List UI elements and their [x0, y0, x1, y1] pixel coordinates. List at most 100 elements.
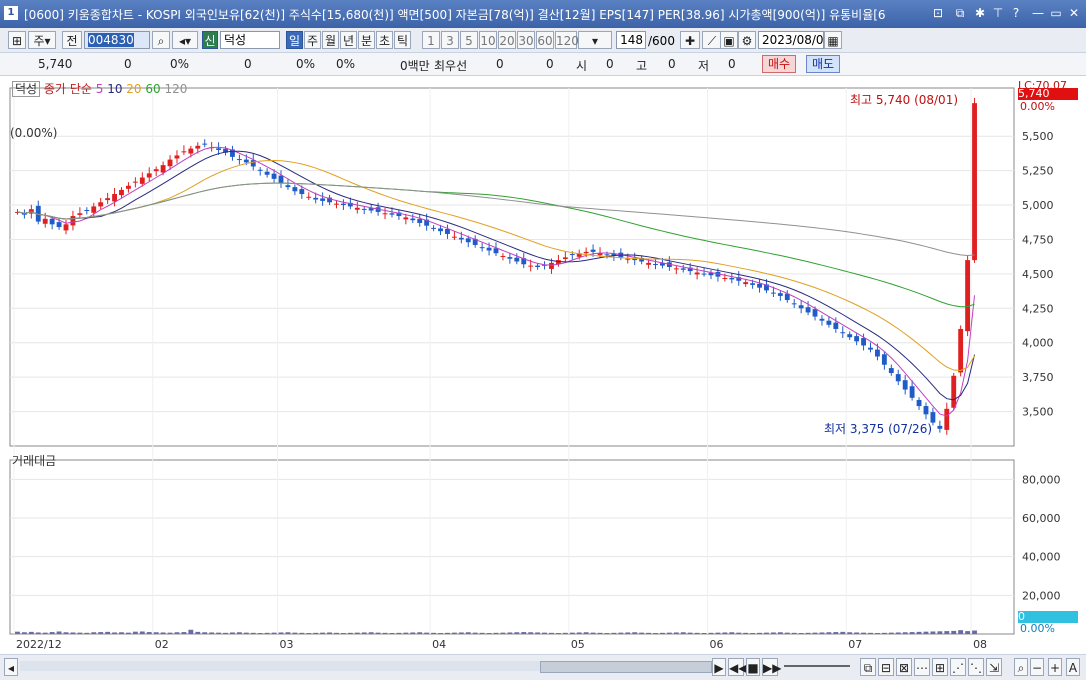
- volume-bar: [639, 632, 645, 634]
- volume-bar: [770, 632, 776, 634]
- count-input[interactable]: 148: [616, 31, 646, 49]
- volume-bar: [833, 632, 839, 634]
- scroll-thumb[interactable]: [540, 661, 712, 673]
- volume-percent: 0%: [296, 57, 316, 71]
- stock-code-input[interactable]: 004830: [84, 31, 150, 49]
- volume-bar: [881, 632, 887, 634]
- indicator-icon[interactable]: ✚: [680, 31, 700, 49]
- minute-step-30[interactable]: 30: [517, 31, 535, 49]
- chart-canvas[interactable]: 5,500 5,250 5,000 4,750 4,500 4,250 4,000 3,750…: [0, 76, 1086, 654]
- zoom-out-icon[interactable]: −: [1030, 658, 1044, 676]
- candle-body: [562, 257, 568, 260]
- candle-body: [465, 238, 471, 243]
- minute-step-3[interactable]: 3: [441, 31, 459, 49]
- minute-step-1[interactable]: 1: [422, 31, 440, 49]
- save-icon[interactable]: ▣: [720, 31, 738, 49]
- timeframe-1[interactable]: 주: [304, 31, 321, 49]
- candle-body: [202, 143, 208, 145]
- fast-forward-icon[interactable]: ▶▶: [762, 658, 781, 676]
- rewind-icon[interactable]: ◀◀: [728, 658, 747, 676]
- minute-step-5[interactable]: 5: [460, 31, 478, 49]
- stock-name-field[interactable]: 덕성: [220, 31, 280, 49]
- volume-bar: [202, 632, 208, 634]
- minute-step-20[interactable]: 20: [498, 31, 516, 49]
- buy-button[interactable]: 매수: [762, 55, 796, 73]
- timeframe-0[interactable]: 일: [286, 31, 303, 49]
- volume-bar: [458, 632, 464, 634]
- high-annotation: 최고 5,740 (08/01): [850, 93, 959, 107]
- volume-bar: [334, 632, 339, 634]
- best-offer-2: 0: [546, 57, 554, 71]
- timeframe-5[interactable]: 초: [376, 31, 393, 49]
- candle-body: [257, 169, 263, 171]
- tool-icon-6[interactable]: ⋰: [950, 658, 966, 676]
- minute-step-120[interactable]: 120: [555, 31, 579, 49]
- price-tick-label: 5,500: [1022, 130, 1054, 143]
- volume-bar: [181, 632, 187, 634]
- tool-icon-3[interactable]: ⊠: [896, 658, 912, 676]
- timeframe-4[interactable]: 분: [358, 31, 375, 49]
- price-tick-label: 4,500: [1022, 268, 1054, 281]
- search-icon[interactable]: ⌕: [152, 31, 170, 49]
- volume-bar: [757, 632, 762, 634]
- pin-icon[interactable]: ✱: [972, 5, 988, 21]
- tool-icon-4[interactable]: ⋯: [914, 658, 930, 676]
- scroll-track[interactable]: [20, 661, 540, 671]
- chart-settings-icon[interactable]: ⊞: [8, 31, 26, 49]
- volume-bar: [840, 631, 846, 634]
- candle-body: [417, 219, 423, 223]
- volume-bar: [597, 632, 603, 634]
- minute-step-10[interactable]: 10: [479, 31, 497, 49]
- prev-button[interactable]: 전: [62, 31, 82, 49]
- search-chart-icon[interactable]: ⌕: [1014, 658, 1028, 676]
- link-icon[interactable]: ⊤: [990, 5, 1006, 21]
- sound-icon[interactable]: ◂▾: [172, 31, 198, 49]
- help-icon[interactable]: ?: [1008, 5, 1024, 21]
- date-input[interactable]: 2023/08/02: [758, 31, 831, 49]
- tool-icon-5[interactable]: ⊞: [932, 658, 948, 676]
- maximize-icon[interactable]: ▭: [1048, 5, 1064, 21]
- candle-body: [132, 181, 138, 183]
- volume-bar: [174, 632, 180, 634]
- tool-icon-8[interactable]: ⇲: [986, 658, 1002, 676]
- volume-bar: [410, 632, 416, 634]
- candle-body: [77, 213, 83, 215]
- step-select[interactable]: ▾: [578, 31, 612, 49]
- stop-icon[interactable]: ■: [746, 658, 760, 676]
- volume-bar: [209, 632, 215, 634]
- timeframe-3[interactable]: 년: [340, 31, 357, 49]
- zoom-slider[interactable]: [784, 665, 850, 667]
- zoom-in-icon[interactable]: +: [1048, 658, 1062, 676]
- calendar-icon[interactable]: ▦: [824, 31, 842, 49]
- volume-bar: [35, 632, 41, 634]
- tool-icon-7[interactable]: ⋱: [968, 658, 984, 676]
- candle-body: [160, 165, 166, 173]
- timeframe-6[interactable]: 틱: [394, 31, 411, 49]
- sell-button[interactable]: 매도: [806, 55, 840, 73]
- tool-icon-1[interactable]: ⧉: [860, 658, 876, 676]
- scroll-left-icon[interactable]: ◂: [4, 658, 18, 676]
- drawing-icon[interactable]: ⟋: [702, 31, 722, 49]
- volume-bar: [784, 632, 790, 634]
- timeframe-2[interactable]: 월: [322, 31, 339, 49]
- close-icon[interactable]: ✕: [1066, 5, 1082, 21]
- candle-body: [493, 248, 499, 254]
- candle-body: [701, 273, 707, 275]
- candle-body: [271, 173, 277, 179]
- volume-bar: [812, 632, 818, 634]
- period-type-select[interactable]: 주▾: [28, 31, 56, 49]
- candle-body: [604, 254, 610, 256]
- volume-bar: [958, 630, 964, 634]
- text-tool-icon[interactable]: A: [1066, 658, 1080, 676]
- tool-icon-2[interactable]: ⊟: [878, 658, 894, 676]
- ma-periods: 5 10 20 60 120: [96, 82, 188, 96]
- copy-window-icon[interactable]: ⧉: [952, 5, 968, 21]
- layout-icon[interactable]: ⊡: [930, 5, 946, 21]
- price-tick-label: 3,750: [1022, 371, 1054, 384]
- gear-icon[interactable]: ⚙: [738, 31, 756, 49]
- minimize-icon[interactable]: —: [1030, 5, 1046, 21]
- volume-bar: [285, 632, 291, 634]
- minute-step-60[interactable]: 60: [536, 31, 554, 49]
- volume-bar: [535, 632, 541, 634]
- play-icon[interactable]: ▶: [712, 658, 726, 676]
